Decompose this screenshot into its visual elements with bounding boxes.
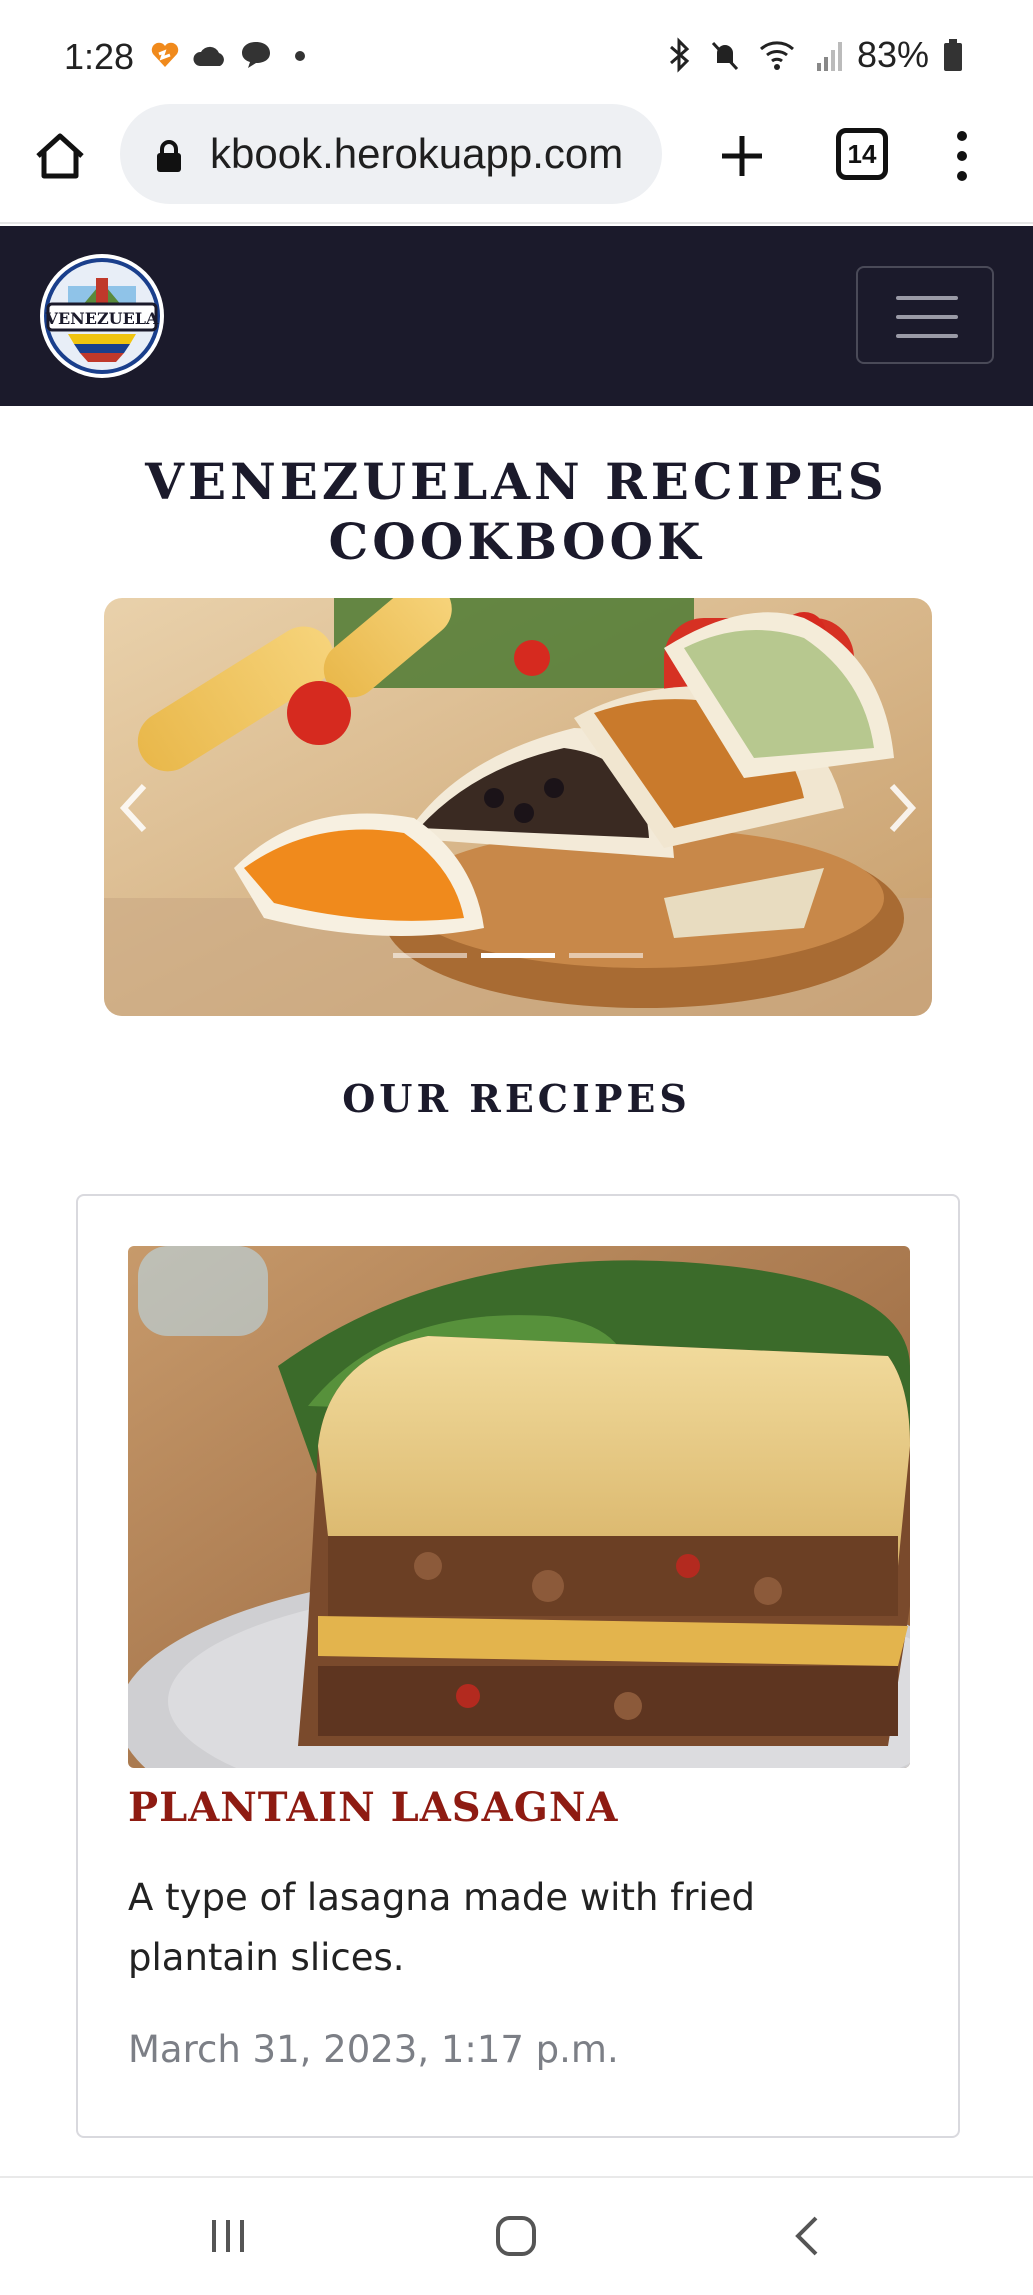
hamburger-line bbox=[896, 296, 958, 300]
status-right-group: 83% bbox=[665, 34, 963, 76]
status-time: 1:28 bbox=[64, 36, 135, 77]
carousel-indicator-2[interactable] bbox=[481, 953, 555, 958]
wifi-icon bbox=[759, 41, 794, 70]
carousel-indicator-1[interactable] bbox=[393, 953, 467, 958]
carousel-next-icon[interactable] bbox=[882, 778, 922, 838]
signal-icon bbox=[816, 42, 842, 71]
android-navigation-bar bbox=[0, 2176, 1033, 2295]
home-icon[interactable] bbox=[32, 128, 88, 184]
section-title: OUR RECIPES bbox=[342, 1076, 691, 1121]
battery-percent: 83% bbox=[856, 34, 929, 75]
recipe-card[interactable]: PLANTAIN LASAGNA A type of lasagna made … bbox=[76, 1194, 960, 2138]
recent-apps-icon[interactable] bbox=[206, 2214, 250, 2258]
carousel-prev-icon[interactable] bbox=[114, 778, 154, 838]
hero-carousel[interactable] bbox=[104, 598, 932, 1016]
recipe-title[interactable]: PLANTAIN LASAGNA bbox=[128, 1784, 618, 1831]
recipe-description: A type of lasagna made with fried planta… bbox=[128, 1876, 755, 1979]
more-menu-icon[interactable] bbox=[950, 128, 974, 184]
logo-text: VENEZUELA bbox=[45, 309, 160, 328]
status-bar: 1:28 83% bbox=[0, 0, 1033, 112]
url-text: kbook.herokuapp.com bbox=[210, 130, 624, 177]
battery-icon bbox=[944, 39, 962, 71]
bluetooth-icon bbox=[669, 37, 690, 73]
page-title: VENEZUELAN RECIPES COOKBOOK bbox=[145, 452, 888, 571]
venezuela-logo[interactable]: VENEZUELA bbox=[38, 252, 166, 380]
dot-icon bbox=[295, 51, 305, 61]
tab-switcher-button[interactable]: 14 bbox=[836, 128, 888, 180]
home-nav-icon[interactable] bbox=[494, 2214, 538, 2258]
browser-toolbar: kbook.herokuapp.com 14 bbox=[0, 100, 1033, 224]
cloud-icon bbox=[193, 46, 224, 66]
back-icon[interactable] bbox=[786, 2214, 830, 2258]
site-navbar: VENEZUELA bbox=[0, 226, 1033, 406]
chat-bubble-icon bbox=[242, 42, 270, 68]
recipe-image[interactable] bbox=[128, 1246, 910, 1768]
heart-notification-icon bbox=[151, 42, 179, 67]
carousel-indicator-3[interactable] bbox=[569, 953, 643, 958]
recipe-date: March 31, 2023, 1:17 p.m. bbox=[128, 2028, 619, 2071]
mute-icon bbox=[711, 41, 739, 71]
lock-icon bbox=[157, 140, 181, 172]
address-bar[interactable]: kbook.herokuapp.com bbox=[120, 104, 662, 204]
carousel-indicators bbox=[104, 953, 932, 958]
navbar-toggle-button[interactable] bbox=[856, 266, 994, 364]
hamburger-line bbox=[896, 334, 958, 338]
plantain-lasagna-image bbox=[128, 1246, 910, 1768]
new-tab-icon[interactable] bbox=[714, 128, 770, 184]
hamburger-line bbox=[896, 315, 958, 319]
